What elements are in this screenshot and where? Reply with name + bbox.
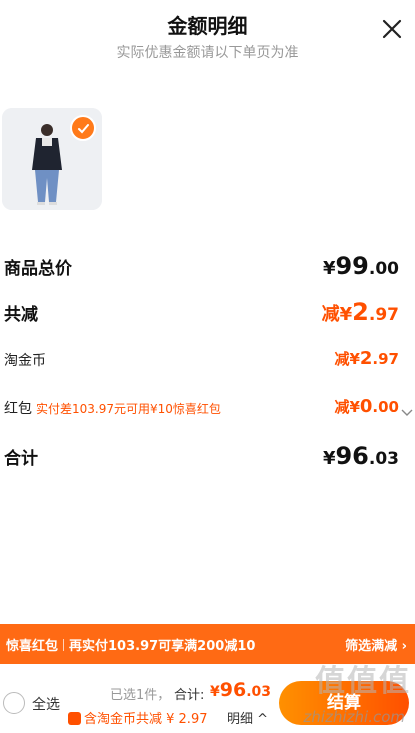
- coin-icon: [68, 712, 81, 725]
- filter-discount-link[interactable]: 筛选满减 ›: [345, 635, 407, 654]
- page-title: 金额明细: [167, 14, 248, 38]
- product-thumbnail[interactable]: [2, 108, 102, 210]
- total-amount: ¥96.03: [210, 679, 272, 701]
- total-discount-amount: 减¥2.97: [321, 298, 399, 326]
- watermark-logo: 值值值: [315, 664, 411, 699]
- goods-total-label: 商品总价: [4, 259, 72, 279]
- total-label: 合计:: [174, 688, 205, 703]
- selected-check-icon[interactable]: [70, 115, 96, 141]
- discount-note: 含淘金币共减 ¥ 2.97: [68, 708, 207, 727]
- detail-toggle[interactable]: 明细 ^: [227, 708, 268, 727]
- select-all-label[interactable]: 全选: [32, 694, 60, 714]
- banner-message: 惊喜红包 再实付103.97可享满200减10: [6, 639, 256, 654]
- total-discount-row: 共减 减¥2.97: [0, 298, 415, 326]
- header: 金额明细 实际优惠金额请以下单页为准: [0, 0, 415, 70]
- total-discount-label: 共减: [4, 305, 38, 325]
- red-packet-note: 实付差103.97元可用¥10惊喜红包: [36, 402, 221, 416]
- goods-total-amount: ¥99.00: [322, 252, 399, 280]
- watermark-url: zhizhizhi.com: [303, 708, 405, 726]
- subtotal-row: 合计 ¥96.03: [0, 442, 415, 470]
- chevron-down-icon[interactable]: [401, 402, 413, 421]
- taojinbi-label: 淘金币: [4, 353, 46, 369]
- red-packet-label: 红包 实付差103.97元可用¥10惊喜红包: [4, 401, 221, 417]
- red-packet-amount: 减¥0.00: [334, 396, 399, 417]
- red-packet-row[interactable]: 红包 实付差103.97元可用¥10惊喜红包 减¥0.00: [0, 396, 415, 420]
- selected-count: 已选1件，: [110, 688, 171, 703]
- goods-total-row: 商品总价 ¥99.00: [0, 252, 415, 280]
- select-all-radio[interactable]: [3, 692, 25, 714]
- subtotal-label: 合计: [4, 449, 38, 469]
- taojinbi-row: 淘金币 减¥2.97: [0, 348, 415, 372]
- page-subtitle: 实际优惠金额请以下单页为准: [116, 45, 299, 61]
- banner-divider: [63, 639, 65, 651]
- taojinbi-amount: 减¥2.97: [334, 348, 399, 369]
- close-icon[interactable]: [381, 18, 403, 40]
- subtotal-amount: ¥96.03: [322, 442, 399, 470]
